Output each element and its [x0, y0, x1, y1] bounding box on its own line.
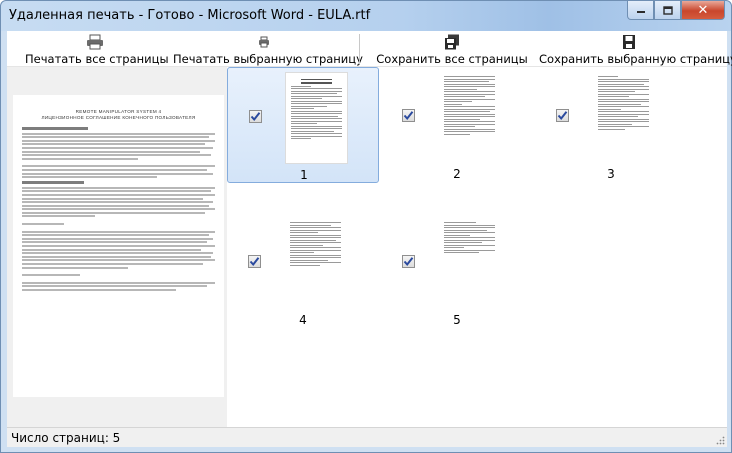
page-miniature	[438, 217, 501, 309]
maximize-icon	[662, 5, 673, 15]
print-selected-label: Печатать выбранную страницу	[173, 52, 363, 66]
page-checkbox-2[interactable]	[402, 109, 415, 122]
page-miniature	[592, 71, 655, 163]
page-number-4: 4	[299, 313, 307, 327]
print-all-button[interactable]: Печатать все страницы	[25, 31, 169, 67]
window-title: Удаленная печать - Готово - Microsoft Wo…	[9, 8, 371, 23]
page-count-status: Число страниц: 5	[11, 431, 121, 445]
save-all-icon	[445, 34, 459, 50]
app-window: Удаленная печать - Готово - Microsoft Wo…	[0, 0, 732, 453]
floppy-disk-icon	[623, 35, 635, 49]
close-icon: ✕	[697, 2, 709, 17]
page-number-5: 5	[453, 313, 461, 327]
checkmark-icon	[403, 257, 414, 267]
preview-page: REMOTE MANIPULATOR SYSTEM 4 ЛИЦЕНЗИОННОЕ…	[13, 95, 224, 397]
page-miniature	[284, 217, 347, 309]
page-checkbox-5[interactable]	[402, 255, 415, 268]
checkmark-icon	[403, 111, 414, 121]
page-thumbnail-2[interactable]: 2	[381, 67, 533, 183]
checkmark-icon	[557, 111, 568, 121]
page-number-1: 1	[300, 168, 308, 182]
preview-heading: REMOTE MANIPULATOR SYSTEM 4 ЛИЦЕНЗИОННОЕ…	[22, 109, 215, 121]
checkmark-icon	[250, 112, 261, 122]
minimize-button[interactable]	[627, 1, 654, 20]
save-all-label: Сохранить все страницы	[376, 52, 528, 66]
main-content: REMOTE MANIPULATOR SYSTEM 4 ЛИЦЕНЗИОННОЕ…	[7, 67, 727, 427]
status-bar: Число страниц: 5	[7, 427, 727, 447]
printer-small-icon	[259, 36, 269, 48]
save-selected-button[interactable]: Сохранить выбранную страницу	[539, 31, 732, 67]
preview-heading-line2: ЛИЦЕНЗИОННОЕ СОГЛАШЕНИЕ КОНЕЧНОГО ПОЛЬЗО…	[41, 115, 196, 120]
checkmark-icon	[249, 257, 260, 267]
page-thumbnail-4[interactable]: 4	[227, 213, 379, 329]
page-thumbnail-5[interactable]: 5	[381, 213, 533, 329]
close-button[interactable]: ✕	[681, 1, 725, 20]
title-bar[interactable]: Удаленная печать - Готово - Microsoft Wo…	[1, 1, 731, 31]
page-checkbox-3[interactable]	[556, 109, 569, 122]
print-all-label: Печатать все страницы	[25, 52, 169, 66]
page-thumbnail-3[interactable]: 3	[535, 67, 687, 183]
page-miniature	[285, 72, 348, 164]
page-thumbnails: 1 2 3 4 5	[227, 67, 727, 427]
printer-icon	[87, 34, 103, 50]
print-selected-button[interactable]: Печатать выбранную страницу	[173, 31, 363, 67]
save-all-button[interactable]: Сохранить все страницы	[373, 31, 531, 67]
page-number-3: 3	[607, 167, 615, 181]
page-thumbnail-1[interactable]: 1	[227, 67, 379, 183]
minimize-icon	[636, 11, 645, 13]
save-selected-label: Сохранить выбранную страницу	[539, 52, 732, 66]
page-miniature	[438, 71, 501, 163]
page-number-2: 2	[453, 167, 461, 181]
page-checkbox-4[interactable]	[248, 255, 261, 268]
resize-grip-icon[interactable]	[715, 435, 725, 445]
page-preview-pane[interactable]: REMOTE MANIPULATOR SYSTEM 4 ЛИЦЕНЗИОННОЕ…	[7, 67, 227, 427]
toolbar-separator	[359, 34, 360, 64]
toolbar: Печатать все страницы Печатать выбранную…	[7, 31, 732, 67]
page-checkbox-1[interactable]	[249, 110, 262, 123]
maximize-button[interactable]	[654, 1, 681, 20]
window-controls: ✕	[627, 1, 725, 21]
